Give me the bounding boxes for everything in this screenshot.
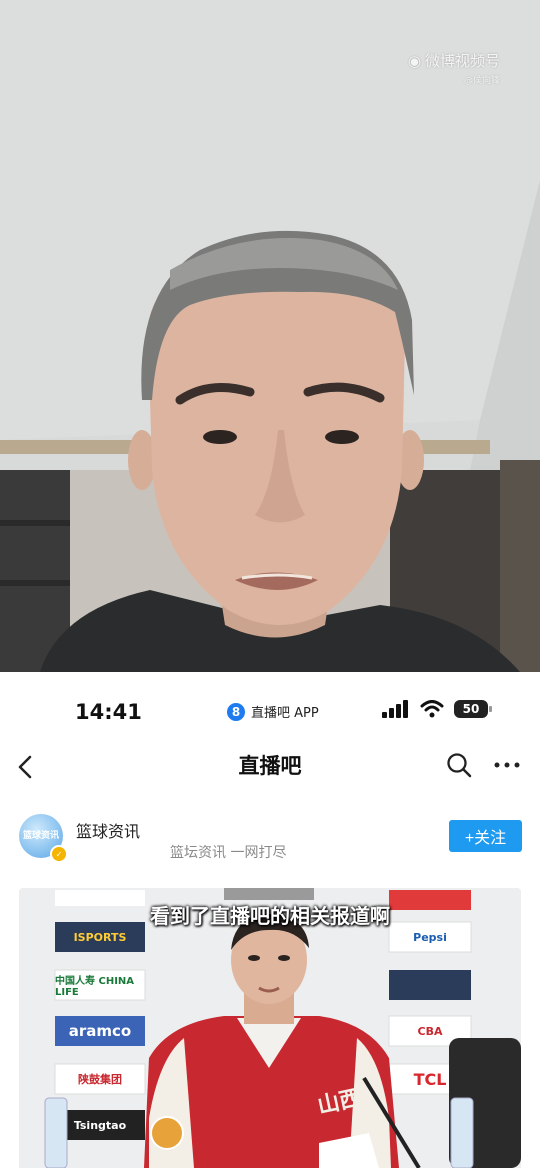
app-logo-icon: 8 [227,702,245,721]
watermark-sub-text: @侯向锋 [463,76,500,86]
search-icon[interactable] [446,752,472,778]
avatar[interactable]: 篮球资讯 ✓ [19,814,68,863]
video-scene [0,0,540,672]
video-caption: 看到了直播吧的相关报道啊 [150,904,390,928]
battery-level: 50 [462,702,480,716]
account-row: 篮球资讯 ✓ 篮球资讯 篮坛资讯 一网打尽 +关注 [0,804,540,884]
verified-badge-icon: ✓ [50,845,68,863]
sponsor-logo-4: 陕鼓集团 [78,1073,122,1086]
avatar-text: 篮球资讯 [22,831,59,841]
status-time: 14:41 [75,700,142,724]
sponsor-logo-8: TCL [413,1069,447,1089]
account-description: 篮坛资讯 一网打尽 [170,845,287,861]
wifi-icon [420,700,444,718]
status-bar: 14:41 8 直播吧 APP 50 [0,672,540,748]
account-name[interactable]: 篮球资讯 [76,818,140,842]
sponsor-logo-2: 中国人寿 CHINA LIFE [55,976,135,998]
signal-icon [382,700,408,718]
status-icons: 50 [382,700,492,718]
sponsor-logo-7: CBA [417,1024,443,1038]
battery-icon: 50 [454,700,492,718]
follow-button[interactable]: +关注 [449,820,522,852]
more-options-icon[interactable] [493,754,521,776]
status-app-indicator: 8 直播吧 APP [227,702,319,721]
video-frame[interactable]: ◉ 微博视频号 @侯向锋 [0,0,540,672]
nav-bar: 直播吧 [0,748,540,804]
sponsor-logo-3: aramco [68,1022,132,1040]
watermark-main-text: 微博视频号 [424,52,500,70]
status-app-name: 直播吧 APP [251,706,319,721]
post-image[interactable]: ISPORTS 中国人寿 CHINA LIFE aramco 陕鼓集团 Tsin… [19,888,521,1168]
sponsor-logo-5: Tsingtao [73,1118,127,1132]
weibo-logo-icon: ◉ [407,51,421,70]
weibo-watermark: ◉ 微博视频号 @侯向锋 [407,50,500,87]
